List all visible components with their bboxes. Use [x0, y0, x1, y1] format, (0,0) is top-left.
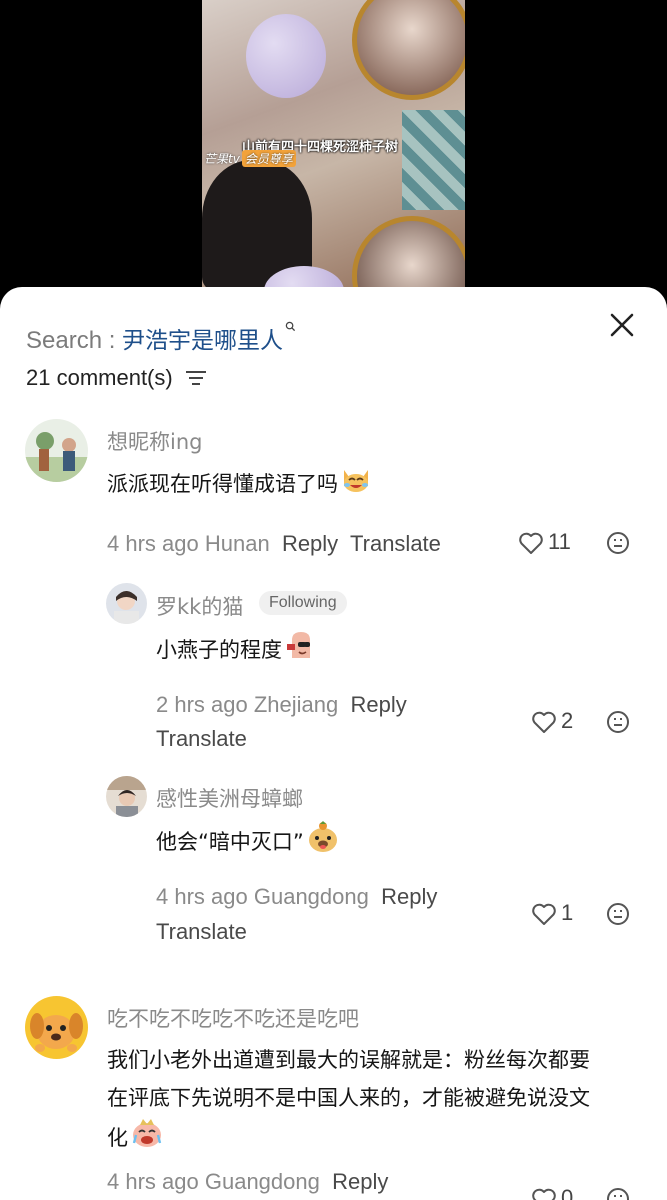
video-player[interactable]: 山前有四十四棵死涩柿子树 芒果tv 会员尊享	[0, 0, 667, 300]
avatar[interactable]	[106, 583, 147, 624]
reply-button[interactable]: Reply	[350, 692, 406, 717]
reply-button[interactable]: Reply	[282, 531, 338, 556]
search-prefix: Search :	[26, 327, 123, 354]
comment-count-label: 21 comment(s)	[26, 365, 173, 390]
like-count: 1	[561, 900, 574, 925]
translate-button[interactable]: Translate	[156, 919, 247, 945]
crying-face-sticker-icon	[130, 1117, 164, 1161]
comment-body-line: 在评底下先说明不是中国人来的，才能被避免说没文	[107, 1086, 590, 1110]
reply-button[interactable]: Reply	[332, 1169, 388, 1194]
portrait-frame-graphic	[352, 0, 465, 100]
like-button[interactable]: 1	[531, 900, 573, 926]
comment-username[interactable]: 罗kk的猫	[156, 591, 243, 621]
comment-username[interactable]: 感性美洲母蟑螂	[156, 783, 303, 813]
like-count: 11	[548, 529, 571, 554]
video-watermark: 芒果tv 会员尊享	[204, 150, 296, 167]
sort-icon[interactable]	[185, 366, 207, 392]
emoji-reaction-icon[interactable]	[606, 1187, 630, 1200]
like-count: 2	[561, 708, 574, 733]
watermark-brand: 芒果tv	[204, 152, 240, 166]
comment-body: 派派现在听得懂成语了吗	[107, 472, 338, 496]
following-badge: Following	[259, 591, 347, 615]
comment-time: 4 hrs ago	[107, 1169, 199, 1194]
comment-meta: 4 hrs ago Guangdong Reply	[107, 1169, 388, 1195]
comment-sheet: Search : 尹浩宇是哪里人 21 comment(s) 想昵称ing 派派…	[0, 287, 667, 1200]
video-frame[interactable]: 山前有四十四棵死涩柿子树 芒果tv 会员尊享	[202, 0, 465, 290]
balloon-graphic	[246, 14, 326, 98]
comment-time: 4 hrs ago	[156, 884, 248, 909]
comment-location: Zhejiang	[253, 692, 339, 717]
comment-meta: 4 hrs ago Guangdong Reply	[156, 884, 437, 910]
comment-username[interactable]: 想昵称ing	[107, 426, 202, 456]
comment-text: 他会“暗中灭口”	[156, 820, 340, 866]
comment-text: 小燕子的程度	[156, 628, 318, 674]
watermark-vip: 会员尊享	[241, 150, 296, 167]
emoji-reaction-icon[interactable]	[606, 902, 630, 931]
comment-text: 派派现在听得懂成语了吗	[107, 464, 372, 506]
reply-button[interactable]: Reply	[381, 884, 437, 909]
avatar[interactable]	[25, 419, 88, 482]
comment-location: Guangdong	[204, 1169, 320, 1194]
laughing-cat-emoji-icon	[340, 464, 372, 506]
like-button[interactable]: 2	[531, 708, 573, 734]
heart-icon	[519, 532, 543, 555]
comment-location: Hunan	[204, 531, 270, 556]
like-count: 0	[561, 1185, 574, 1200]
dog-face-sticker-icon	[306, 820, 340, 866]
comment-meta: 2 hrs ago Zhejiang Reply	[156, 692, 407, 718]
translate-button[interactable]: Translate	[350, 531, 441, 556]
comment-time: 2 hrs ago	[156, 692, 248, 717]
avatar[interactable]	[25, 996, 88, 1059]
comment-body: 他会“暗中灭口”	[156, 830, 304, 854]
sunglasses-sticker-icon	[284, 628, 318, 674]
comment-body: 小燕子的程度	[156, 638, 282, 662]
search-suggestion[interactable]: Search : 尹浩宇是哪里人	[26, 321, 296, 355]
comment-count: 21 comment(s)	[26, 365, 207, 392]
heart-icon	[532, 711, 556, 734]
heart-icon	[532, 903, 556, 926]
emoji-reaction-icon[interactable]	[606, 710, 630, 739]
portrait-frame-graphic	[352, 216, 465, 290]
search-icon	[285, 321, 296, 335]
comment-time: 4 hrs ago	[107, 531, 199, 556]
comment-text: 我们小老外出道遭到最大的误解就是：粉丝每次都要 在评底下先说明不是中国人来的，才…	[107, 1041, 647, 1161]
like-button[interactable]: 0	[531, 1185, 573, 1200]
avatar[interactable]	[106, 776, 147, 817]
comment-body-line: 我们小老外出道遭到最大的误解就是：粉丝每次都要	[107, 1048, 590, 1072]
heart-icon	[532, 1188, 556, 1200]
comment-meta: 4 hrs ago Hunan Reply Translate	[107, 531, 441, 557]
translate-button[interactable]: Translate	[156, 726, 247, 752]
close-icon[interactable]	[606, 309, 638, 341]
tile-background-graphic	[402, 110, 465, 210]
comment-username[interactable]: 吃不吃不吃吃不吃还是吃吧	[107, 1003, 359, 1033]
like-button[interactable]: 11	[518, 529, 571, 555]
comment-body-line: 化	[107, 1117, 647, 1161]
comment-location: Guangdong	[253, 884, 369, 909]
search-term[interactable]: 尹浩宇是哪里人	[122, 328, 283, 354]
comment-body-end: 化	[107, 1126, 128, 1150]
emoji-reaction-icon[interactable]	[606, 531, 630, 560]
